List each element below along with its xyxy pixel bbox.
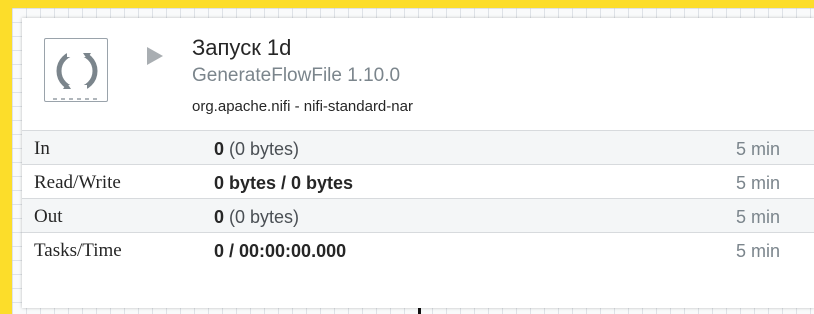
processor-header: Запуск 1d GenerateFlowFile 1.10.0 org.ap… (22, 18, 814, 130)
stats-window: 5 min (735, 173, 780, 193)
stats-value: 0 bytes / 0 bytes (214, 173, 354, 193)
stats-row-in: In 0 (0 bytes) 5 min (22, 130, 814, 164)
stats-window: 5 min (735, 207, 780, 227)
stats-label: Out (34, 206, 63, 227)
stats-row-out: Out 0 (0 bytes) 5 min (22, 198, 814, 232)
stats-window: 5 min (735, 139, 780, 159)
processor-icon (44, 38, 108, 102)
stats-label: Tasks/Time (34, 240, 122, 261)
stats-label: Read/Write (34, 172, 121, 193)
processor-bundle: org.apache.nifi - nifi-standard-nar (192, 98, 413, 115)
processor-component[interactable]: Запуск 1d GenerateFlowFile 1.10.0 org.ap… (22, 18, 814, 308)
stats-value: 0 (0 bytes) (214, 139, 300, 159)
processor-name: Запуск 1d (192, 35, 292, 60)
stats-window: 5 min (735, 241, 780, 261)
processor-type: GenerateFlowFile 1.10.0 (192, 65, 401, 86)
stats-row-tasks-time: Tasks/Time 0 / 00:00:00.000 5 min (22, 232, 814, 266)
stats-table: In 0 (0 bytes) 5 min Read/Write 0 bytes … (22, 130, 814, 266)
stats-row-read-write: Read/Write 0 bytes / 0 bytes 5 min (22, 164, 814, 198)
stats-value: 0 (0 bytes) (214, 207, 300, 227)
play-icon[interactable] (146, 46, 164, 66)
stats-value: 0 / 00:00:00.000 (214, 241, 347, 261)
stats-label: In (34, 138, 50, 159)
